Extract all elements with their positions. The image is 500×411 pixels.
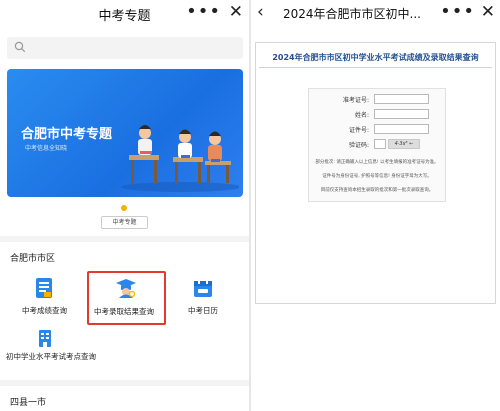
field-label: 证件号: [348, 127, 369, 134]
form-note: 证件号为身份证号, 护照号等信息! 身份证字母为大写。 [322, 174, 432, 179]
field-label: 准考证号: [342, 97, 369, 104]
exam-number-input[interactable] [374, 94, 429, 104]
service-calendar[interactable]: 中考日历 [170, 272, 240, 322]
section-separator [0, 236, 249, 242]
form-row-name: 姓名: [309, 109, 447, 120]
promo-banner[interactable]: 合肥市中考专题 中考信息全知晓 [7, 69, 243, 197]
captcha-input[interactable] [374, 139, 386, 149]
close-icon[interactable]: ✕ [229, 2, 243, 22]
calendar-icon [194, 279, 212, 297]
field-label: 姓名: [354, 112, 369, 119]
query-heading: 2024年合肥市市区初中学业水平考试成绩及录取结果查询 [272, 53, 479, 62]
banner-subtitle: 中考信息全知晓 [25, 145, 68, 152]
form-note: 部分批次: 请正确输入以上信息! 以考生填报的准考证号为准。 [315, 160, 439, 165]
form-note: 目前仅支持查询本招生录取的批次和第一批次录取查询。 [320, 188, 434, 193]
back-chevron-icon[interactable]: ‹ [257, 2, 264, 22]
close-icon[interactable]: ✕ [481, 2, 495, 22]
service-score-query[interactable]: 中考成绩查询 [0, 272, 86, 322]
section-title-counties: 四县一市 [10, 398, 47, 408]
form-row-id: 证件号: [309, 124, 447, 135]
field-label: 验证码: [348, 142, 369, 149]
name-input[interactable] [374, 109, 429, 119]
section-separator [0, 380, 249, 386]
query-frame: 2024年合肥市市区初中学业水平考试成绩及录取结果查询 准考证号: 姓名: 证件… [255, 42, 496, 304]
more-dots-icon[interactable]: ••• [186, 1, 221, 22]
search-icon [14, 41, 26, 53]
service-exam-site-query[interactable]: 初中学业水平考试考点查询 [0, 326, 110, 364]
form-row-captcha: 验证码: 4·3x³ ← [309, 139, 447, 150]
right-panel: ‹ 2024年合肥市市区初中... ••• ✕ 2024年合肥市市区初中学业水平… [251, 0, 500, 411]
heading-divider [259, 67, 492, 68]
score-doc-icon [36, 278, 52, 298]
banner-title: 合肥市中考专题 [21, 127, 113, 142]
building-icon [39, 330, 51, 347]
service-label: 初中学业水平考试考点查询 [6, 352, 96, 361]
right-page-title: 2024年合肥市市区初中... [283, 7, 421, 21]
banner-tag: 中考专题 [101, 216, 148, 229]
more-dots-icon[interactable]: ••• [440, 1, 475, 22]
captcha-image[interactable]: 4·3x³ ← [388, 139, 420, 149]
section-title-city: 合肥市市区 [10, 254, 56, 264]
service-label: 中考成绩查询 [22, 306, 67, 315]
left-header: 中考专题 ••• ✕ [0, 0, 249, 28]
service-label: 中考日历 [188, 306, 218, 315]
query-form: 准考证号: 姓名: 证件号: 验证码: 4·3x³ ← 部分批次: 请正确输入以… [308, 88, 446, 202]
form-row-exam-no: 准考证号: [309, 94, 447, 105]
highlight-box [87, 271, 166, 325]
search-input[interactable] [7, 37, 243, 59]
right-header: ‹ 2024年合肥市市区初中... ••• ✕ [251, 0, 500, 28]
id-number-input[interactable] [374, 124, 429, 134]
left-panel: 中考专题 ••• ✕ 合肥市中考专题 中考信息全知晓 中考专题 合肥市市区 中考… [0, 0, 249, 411]
carousel-indicator[interactable] [121, 205, 127, 211]
students-illustration [121, 125, 239, 192]
